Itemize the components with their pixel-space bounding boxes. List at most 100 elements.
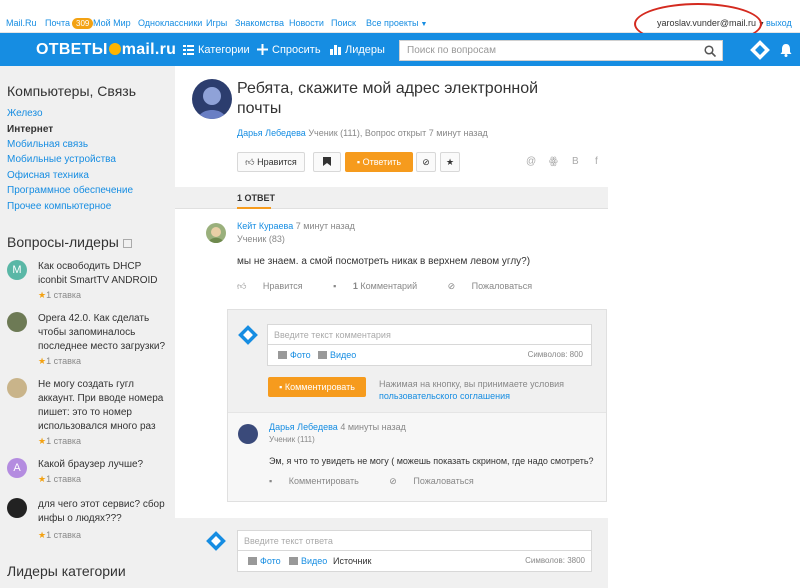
block-icon: ⊘ [447, 281, 456, 291]
sidebar-item-hardware[interactable]: Железо [7, 108, 43, 119]
avatar[interactable] [206, 223, 226, 243]
thumbs-up-icon: 👍︎ [237, 281, 247, 291]
avatar [7, 312, 27, 332]
nav-ask[interactable]: Спросить [257, 44, 321, 56]
avatar: M [7, 260, 27, 280]
answer-char-counter: Символов: 3800 [525, 556, 585, 565]
comment-submit-button[interactable]: ▪ Комментировать [268, 377, 366, 397]
search-icon[interactable] [704, 45, 716, 57]
answer-input-wrap [237, 530, 592, 551]
right-column [608, 66, 800, 588]
terms-link[interactable]: пользовательского соглашения [379, 391, 510, 401]
topbar-link-news[interactable]: Новости [289, 18, 324, 28]
logout-link[interactable]: выход [766, 18, 792, 28]
search-box [399, 40, 723, 61]
comment-photo-button[interactable]: Фото [278, 350, 311, 360]
comment-author-link[interactable]: Дарья Лебедева [269, 422, 338, 432]
share-vk-icon[interactable]: B [572, 156, 579, 167]
app-diamond-icon[interactable] [750, 40, 770, 60]
leader-question-text[interactable]: Не могу создать гугл аккаунт. При вводе … [38, 378, 170, 434]
avatar[interactable] [238, 424, 258, 444]
comment-section: Фото Видео Символов: 800 ▪ Комментироват… [227, 309, 607, 502]
nav-leaders[interactable]: Лидеры [330, 44, 385, 56]
answer-photo-button[interactable]: Фото [248, 556, 281, 566]
answer-input[interactable] [238, 531, 591, 550]
favorite-button[interactable]: ★ [440, 152, 460, 172]
like-button[interactable]: 👍︎ Нравится [237, 152, 305, 172]
bar-chart-icon [330, 45, 341, 55]
reply-icon: ▪ [356, 157, 361, 167]
star-icon: ★ [445, 157, 455, 167]
sidebar-item-office-tech[interactable]: Офисная техника [7, 170, 89, 181]
topbar-link-ok[interactable]: Одноклассники [138, 18, 202, 28]
leader-question-stake: ★1 ставка [38, 530, 82, 540]
leader-question-text[interactable]: Какой браузер лучше? [38, 458, 170, 472]
comment-reply-button[interactable]: ▪ Комментировать [269, 476, 373, 486]
comment-input[interactable] [268, 325, 591, 344]
answers-count-tab[interactable]: 1 ОТВЕТ [237, 193, 275, 203]
star-icon: ★ [38, 356, 47, 366]
leader-question-text[interactable]: Opera 42.0. Как сделать чтобы запоминало… [38, 312, 170, 354]
leader-question-stake: ★1 ставка [38, 356, 82, 366]
topbar-link-search[interactable]: Поиск [331, 18, 356, 28]
comment-tools: Фото Видео Символов: 800 [267, 345, 592, 366]
answer-author-link[interactable]: Кейт Кураева [237, 221, 293, 231]
sidebar-item-mobile-devices[interactable]: Мобильные устройства [7, 154, 116, 165]
answer-like-button[interactable]: 👍︎ Нравится [237, 281, 317, 291]
block-icon: ⊘ [422, 157, 430, 167]
answer-author: Кейт Кураева 7 минут назад [237, 221, 355, 231]
tab-underline [237, 207, 271, 209]
answer-author-role: Ученик (83) [237, 234, 285, 244]
answer-complain-button[interactable]: ⊘ Пожаловаться [448, 281, 547, 291]
question-author-link[interactable]: Дарья Лебедева [237, 128, 306, 138]
sidebar-section-title: Компьютеры, Связь [7, 83, 136, 99]
search-input[interactable] [400, 41, 690, 60]
photo-icon [278, 351, 287, 359]
comment-text: Эм, я что то увидеть не могу ( можешь по… [269, 456, 594, 466]
avatar: A [7, 458, 27, 478]
avatar[interactable] [192, 79, 232, 119]
comment-icon: ▪ [269, 476, 273, 486]
topbar-link-dating[interactable]: Знакомства [235, 18, 284, 28]
block-button[interactable]: ⊘ [416, 152, 436, 172]
avatar [7, 378, 27, 398]
comment-author: Дарья Лебедева 4 минуты назад [269, 422, 406, 432]
user-diamond-icon [238, 325, 258, 345]
site-logo[interactable]: ОТВЕТЫ mail.ru [36, 41, 176, 59]
leader-question-text[interactable]: Как освободить DHCP iconbit SmartTV ANDR… [38, 260, 170, 288]
bell-icon[interactable] [780, 43, 792, 57]
collapse-toggle-icon[interactable] [122, 238, 132, 248]
comment-video-button[interactable]: Видео [318, 350, 356, 360]
sidebar-item-other-computer[interactable]: Прочее компьютерное [7, 201, 111, 212]
sidebar-item-mobile-connection[interactable]: Мобильная связь [7, 139, 88, 150]
answer-source-button[interactable]: Источник [333, 556, 371, 566]
nav-categories[interactable]: Категории [183, 44, 250, 56]
question-meta: Дарья Лебедева Ученик (111), Вопрос откр… [237, 128, 488, 138]
block-icon: ⊘ [389, 476, 397, 486]
topbar-link-mailru[interactable]: Mail.Ru [6, 18, 37, 28]
answers-tab-bar: 1 ОТВЕТ [175, 187, 608, 209]
answer-text: мы не знаем. а смой посмотреть никак в в… [237, 256, 531, 267]
photo-icon [248, 557, 257, 565]
topbar-link-games[interactable]: Игры [206, 18, 227, 28]
share-mail-icon[interactable]: @ [526, 156, 536, 167]
bookmark-button[interactable] [313, 152, 341, 172]
sidebar-item-software[interactable]: Программное обеспечение [7, 185, 133, 196]
share-ok-icon[interactable]: ꙮ [549, 156, 558, 167]
answer-video-button[interactable]: Видео [289, 556, 327, 566]
answer-comments-button[interactable]: ▪ 1 Комментарий [333, 281, 431, 291]
topbar-link-mymir[interactable]: Мой Мир [93, 18, 131, 28]
star-icon: ★ [38, 530, 47, 540]
main-navbar: ОТВЕТЫ mail.ru Категории Спросить Лидеры [0, 33, 800, 66]
reply-icon: ▪ [279, 382, 283, 392]
comment-complain-button[interactable]: ⊘ Пожаловаться [389, 476, 488, 486]
sidebar-item-internet[interactable]: Интернет [7, 124, 53, 135]
user-diamond-icon [206, 531, 226, 551]
mail-count-badge: 309 [72, 18, 94, 29]
leader-question-stake: ★1 ставка [38, 290, 82, 300]
topbar-link-all-projects[interactable]: Все проекты ▼ [366, 18, 427, 28]
topbar-link-mail[interactable]: Почта 309 [45, 18, 94, 29]
leader-question-text[interactable]: для чего этот сервис? сбор инфы о людях?… [38, 498, 170, 526]
answer-button[interactable]: ▪ Ответить [345, 152, 413, 172]
share-facebook-icon[interactable]: f [595, 156, 598, 167]
